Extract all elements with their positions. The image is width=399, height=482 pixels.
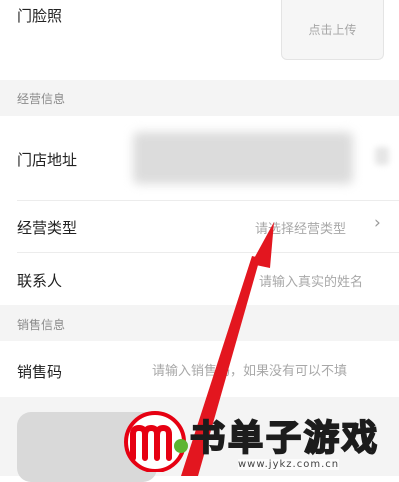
watermark-logo-icon	[124, 411, 188, 472]
watermark-brand-text: 书单子游戏	[189, 417, 381, 460]
annotation-arrow-icon	[181, 222, 274, 476]
arrow-head	[251, 222, 274, 268]
watermark-url: www.jykz.com.cn	[238, 459, 340, 470]
